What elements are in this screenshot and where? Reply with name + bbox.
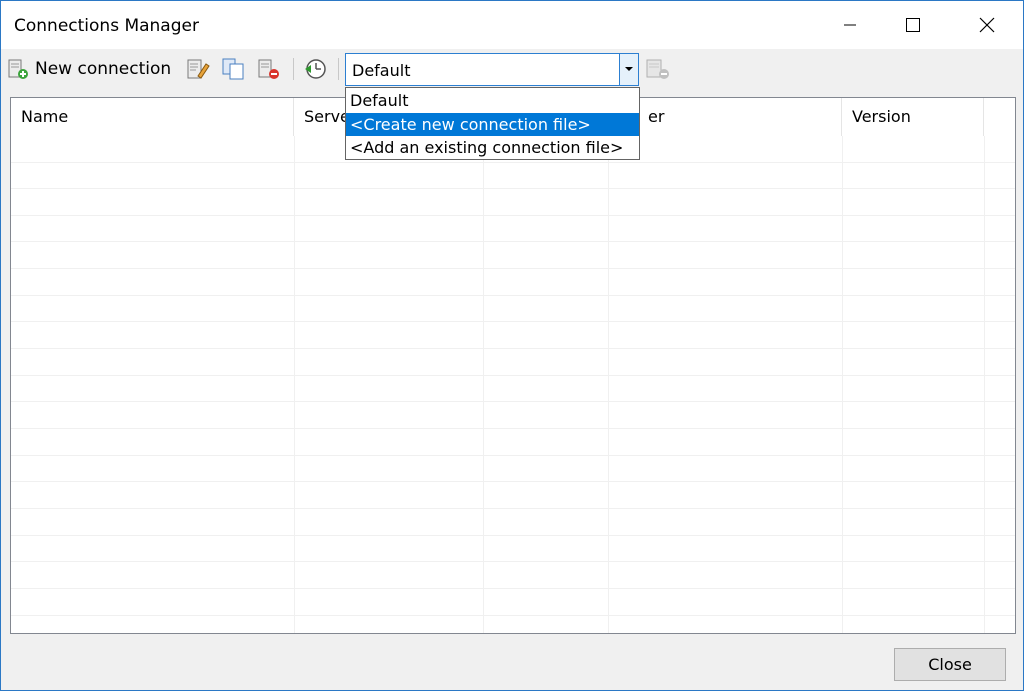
table-row-line: [11, 401, 1015, 402]
copy-icon: [222, 58, 244, 80]
table-row-line: [11, 215, 1015, 216]
dropdown-toggle[interactable]: [619, 54, 638, 85]
table-row-line: [11, 348, 1015, 349]
table-row-line: [11, 481, 1015, 482]
close-window-button[interactable]: [953, 1, 1021, 49]
edit-icon: [187, 59, 210, 79]
connection-file-select[interactable]: Default: [345, 53, 639, 86]
dropdown-option-default[interactable]: Default: [346, 89, 639, 112]
connections-table[interactable]: Name Serve er Version: [10, 97, 1016, 634]
close-button[interactable]: Close: [894, 648, 1006, 681]
maximize-button[interactable]: [879, 1, 947, 49]
delete-icon: [258, 59, 279, 79]
table-row-line: [11, 588, 1015, 589]
new-connection-icon: [8, 59, 28, 79]
minimize-button[interactable]: [816, 1, 884, 49]
table-row-line: [11, 375, 1015, 376]
minimize-icon: [844, 24, 856, 26]
table-row-line: [11, 615, 1015, 616]
dropdown-option-create-new[interactable]: <Create new connection file>: [346, 113, 639, 136]
copy-button[interactable]: [221, 56, 247, 82]
chevron-down-icon: [625, 67, 633, 71]
column-divider: [294, 136, 295, 633]
column-divider: [483, 136, 484, 633]
connections-manager-window: Connections Manager New connection Defau…: [0, 0, 1024, 691]
column-header-filler: [984, 98, 1015, 136]
table-row-line: [11, 295, 1015, 296]
maximize-icon: [906, 18, 920, 32]
table-row-line: [11, 561, 1015, 562]
delete-button[interactable]: [257, 56, 281, 82]
column-header-name[interactable]: Name: [11, 98, 294, 136]
connection-file-icon: [646, 59, 669, 79]
table-row-line: [11, 508, 1015, 509]
connection-file-selected-value: Default: [352, 61, 411, 80]
dropdown-option-add-existing[interactable]: <Add an existing connection file>: [346, 136, 639, 159]
table-row-line: [11, 268, 1015, 269]
close-icon: [979, 17, 995, 33]
table-row-line: [11, 162, 1015, 163]
refresh-button[interactable]: [303, 56, 329, 82]
edit-button[interactable]: [186, 56, 210, 82]
table-row-line: [11, 321, 1015, 322]
connection-file-button[interactable]: [645, 56, 671, 82]
column-divider: [842, 136, 843, 633]
toolbar-separator: [293, 58, 294, 80]
window-title: Connections Manager: [14, 16, 199, 36]
column-header-version[interactable]: Version: [842, 98, 984, 136]
refresh-clock-icon: [305, 59, 326, 79]
column-divider: [608, 136, 609, 633]
table-row-line: [11, 428, 1015, 429]
new-connection-button[interactable]: New connection: [7, 56, 171, 82]
table-row-line: [11, 188, 1015, 189]
toolbar-separator: [338, 58, 339, 80]
table-row-line: [11, 241, 1015, 242]
column-header-user[interactable]: er: [608, 98, 842, 136]
title-bar: Connections Manager: [1, 1, 1023, 49]
table-row-line: [11, 455, 1015, 456]
connection-file-dropdown: Default <Create new connection file> <Ad…: [345, 87, 640, 160]
table-row-line: [11, 535, 1015, 536]
column-divider: [984, 136, 985, 633]
new-connection-label: New connection: [35, 59, 172, 79]
